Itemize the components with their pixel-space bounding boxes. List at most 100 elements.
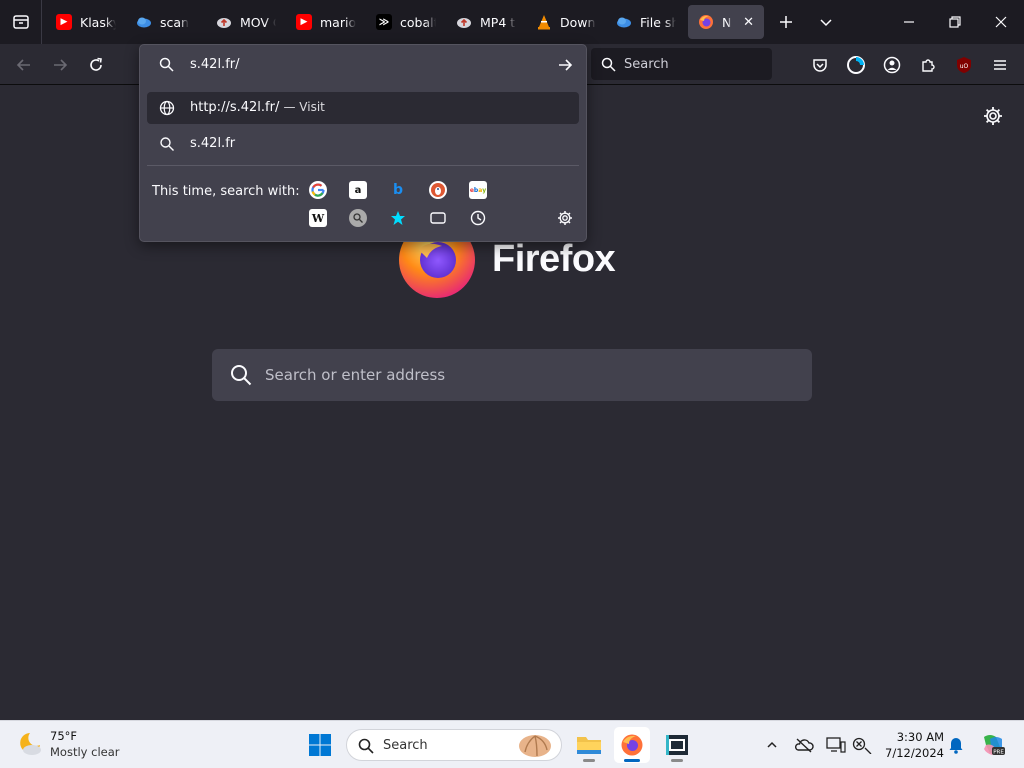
tab-1[interactable]: scan bbox=[126, 5, 206, 39]
onedrive-tray-button[interactable] bbox=[793, 733, 815, 757]
weather-temp: 75°F bbox=[50, 729, 77, 743]
amazon-icon[interactable]: a bbox=[349, 181, 367, 199]
tab-overview-button[interactable] bbox=[0, 0, 42, 44]
account-button[interactable] bbox=[880, 53, 904, 77]
extensions-button[interactable] bbox=[916, 53, 940, 77]
file-explorer-button[interactable] bbox=[571, 727, 607, 763]
tab-title: Klasky bbox=[80, 14, 116, 30]
back-arrow-icon bbox=[16, 59, 30, 71]
clock-date: 7/12/2024 bbox=[885, 746, 944, 760]
close-icon bbox=[995, 16, 1007, 28]
copilot-button[interactable]: PRE bbox=[979, 733, 1007, 757]
urlbar-input[interactable]: s.42l.fr/ bbox=[140, 45, 586, 85]
folder-icon bbox=[577, 737, 601, 754]
ebay-icon[interactable]: ebay bbox=[469, 181, 487, 199]
hamburger-menu-icon bbox=[994, 60, 1006, 70]
circular-progress-icon bbox=[847, 56, 865, 74]
firefox-icon bbox=[621, 734, 643, 756]
tab-6[interactable]: Downlo bbox=[526, 5, 606, 39]
wikipedia-icon[interactable]: W bbox=[309, 209, 327, 227]
weather-widget[interactable]: 75°F Mostly clear bbox=[14, 728, 154, 762]
forward-arrow-icon bbox=[54, 59, 68, 71]
tab-7[interactable]: File sha bbox=[606, 5, 686, 39]
account-icon bbox=[883, 56, 901, 74]
gear-icon bbox=[558, 211, 572, 225]
search-bar[interactable]: Search bbox=[591, 48, 772, 80]
newtab-search-box[interactable]: Search or enter address bbox=[212, 349, 812, 401]
chevron-down-icon bbox=[820, 19, 832, 27]
search-icon bbox=[159, 57, 174, 72]
running-indicator bbox=[671, 759, 683, 762]
duckduckgo-icon[interactable] bbox=[429, 181, 447, 199]
list-all-tabs-button[interactable] bbox=[815, 11, 837, 33]
bookmarks-star-icon[interactable] bbox=[389, 209, 407, 227]
search-icon bbox=[358, 738, 374, 754]
tab-2[interactable]: MOV C bbox=[206, 5, 286, 39]
go-arrow-icon[interactable] bbox=[557, 57, 573, 73]
back-button[interactable] bbox=[12, 53, 36, 77]
moon-cloud-icon bbox=[20, 733, 41, 755]
search-icon bbox=[160, 137, 174, 151]
urlbar-typed-text: s.42l.fr/ bbox=[190, 57, 240, 72]
newtab-search-placeholder: Search or enter address bbox=[265, 366, 446, 384]
forward-button[interactable] bbox=[48, 53, 72, 77]
system-clock[interactable]: 3:30 AM 7/12/2024 bbox=[880, 729, 944, 761]
taskbar-search[interactable]: Search bbox=[346, 729, 562, 761]
google-icon[interactable] bbox=[309, 181, 327, 199]
reload-button[interactable] bbox=[84, 53, 108, 77]
monitor-icon bbox=[826, 737, 846, 753]
notifications-button[interactable] bbox=[945, 733, 967, 757]
video-app-button[interactable] bbox=[659, 727, 695, 763]
search-settings-button[interactable] bbox=[556, 209, 574, 227]
tab-title: scan bbox=[160, 14, 189, 30]
tab-0[interactable]: ▶ Klasky bbox=[46, 5, 126, 39]
tab-title: Downlo bbox=[560, 14, 596, 30]
tab-8-active[interactable]: New ✕ bbox=[688, 5, 764, 39]
tab-3[interactable]: ▶ mario bbox=[286, 5, 366, 39]
tab-strip: ▶ Klasky scan MOV C ▶ mario ≫ cobalt MP4… bbox=[0, 0, 1024, 44]
cloud-upload-icon bbox=[216, 14, 232, 30]
tab-5[interactable]: MP4 to bbox=[446, 5, 526, 39]
start-button[interactable] bbox=[302, 727, 338, 763]
history-icon[interactable] bbox=[469, 209, 487, 227]
display-tray-button[interactable] bbox=[825, 733, 847, 757]
show-hidden-icons-button[interactable] bbox=[761, 733, 783, 757]
pocket-button[interactable] bbox=[808, 53, 832, 77]
restore-icon bbox=[949, 16, 961, 28]
tab-title: MP4 to bbox=[480, 14, 516, 30]
search-bar-placeholder: Search bbox=[624, 56, 669, 72]
film-icon bbox=[666, 735, 688, 755]
bing-icon[interactable]: b bbox=[389, 181, 407, 199]
taskbar-search-label: Search bbox=[383, 738, 428, 753]
suggestion-visit-url[interactable]: http://s.42l.fr/ — Visit bbox=[147, 92, 579, 124]
close-window-button[interactable] bbox=[978, 0, 1024, 44]
clock-time: 3:30 AM bbox=[896, 730, 944, 744]
search-icon bbox=[231, 365, 252, 386]
cobalt-icon: ≫ bbox=[376, 14, 392, 30]
youtube-icon: ▶ bbox=[56, 14, 72, 30]
tabs-icon[interactable] bbox=[429, 209, 447, 227]
close-tab-icon[interactable]: ✕ bbox=[743, 15, 754, 30]
tab-title: MOV C bbox=[240, 14, 276, 30]
gear-icon bbox=[984, 107, 1002, 125]
new-tab-button[interactable] bbox=[775, 11, 797, 33]
app-menu-button[interactable] bbox=[988, 53, 1012, 77]
chevron-up-icon bbox=[767, 741, 777, 748]
vlc-icon bbox=[536, 14, 552, 30]
svg-text:PRE: PRE bbox=[993, 750, 1004, 756]
network-tray-button[interactable] bbox=[851, 733, 873, 757]
minimize-button[interactable] bbox=[886, 0, 932, 44]
tab-4[interactable]: ≫ cobalt bbox=[366, 5, 446, 39]
tab-title: cobalt bbox=[400, 14, 436, 30]
urlbar-dropdown: s.42l.fr/ http://s.42l.fr/ — Visit s.42l… bbox=[139, 44, 587, 242]
search-engine-icon[interactable] bbox=[349, 209, 367, 227]
seashell-highlight-icon bbox=[519, 735, 551, 757]
restore-button[interactable] bbox=[932, 0, 978, 44]
tab-title: File sha bbox=[640, 14, 676, 30]
firefox-taskbar-button[interactable] bbox=[614, 727, 650, 763]
newtab-settings-button[interactable] bbox=[982, 105, 1004, 127]
suggestion-search-term[interactable]: s.42l.fr bbox=[147, 128, 579, 160]
pocket-icon bbox=[813, 59, 827, 72]
extension-button-1[interactable] bbox=[844, 53, 868, 77]
ublock-button[interactable]: uO bbox=[952, 53, 976, 77]
